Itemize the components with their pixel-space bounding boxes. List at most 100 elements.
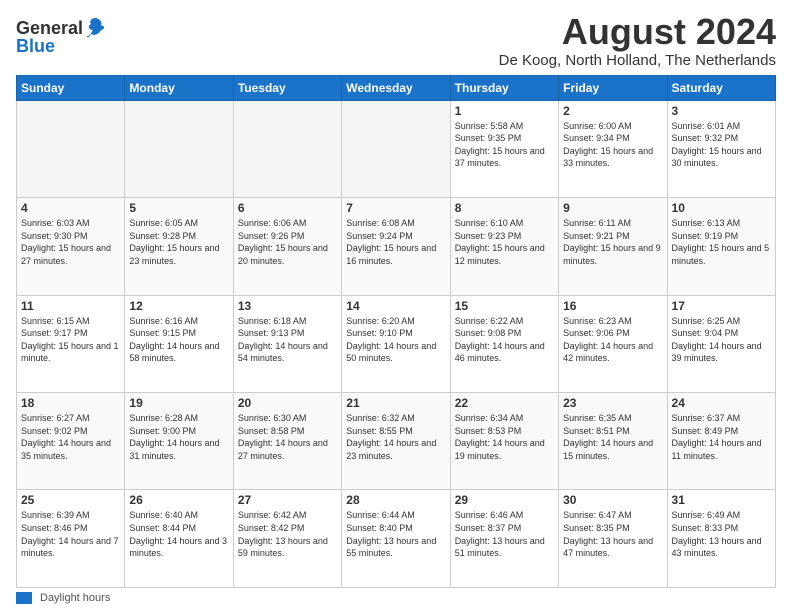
day-info: Sunrise: 6:32 AMSunset: 8:55 PMDaylight:… [346, 412, 445, 462]
day-number: 15 [455, 299, 554, 313]
day-info: Sunrise: 6:11 AMSunset: 9:21 PMDaylight:… [563, 217, 662, 267]
calendar-header-row: SundayMondayTuesdayWednesdayThursdayFrid… [17, 75, 776, 100]
calendar-cell: 3Sunrise: 6:01 AMSunset: 9:32 PMDaylight… [667, 100, 775, 197]
location: De Koog, North Holland, The Netherlands [499, 52, 776, 69]
weekday-header-saturday: Saturday [667, 75, 775, 100]
day-number: 8 [455, 201, 554, 215]
weekday-header-sunday: Sunday [17, 75, 125, 100]
calendar-cell: 24 Sunrise: 6:37 AMSunset: 8:49 PMDayligh… [667, 393, 775, 490]
calendar-cell: 1Sunrise: 5:58 AMSunset: 9:35 PMDaylight… [450, 100, 558, 197]
day-number: 30 [563, 493, 662, 507]
day-info: Sunrise: 6:39 AMSunset: 8:46 PMDaylight:… [21, 509, 120, 559]
weekday-header-tuesday: Tuesday [233, 75, 341, 100]
calendar-cell: 17 Sunrise: 6:25 AMSunset: 9:04 PMDayligh… [667, 295, 775, 392]
day-number: 11 [21, 299, 120, 313]
weekday-header-friday: Friday [559, 75, 667, 100]
calendar-cell: 6 Sunrise: 6:06 AMSunset: 9:26 PMDaylight… [233, 198, 341, 295]
calendar-cell: 18 Sunrise: 6:27 AMSunset: 9:02 PMDayligh… [17, 393, 125, 490]
day-info: Sunrise: 6:25 AMSunset: 9:04 PMDaylight:… [672, 315, 771, 365]
calendar-cell [17, 100, 125, 197]
day-info: Sunrise: 6:18 AMSunset: 9:13 PMDaylight:… [238, 315, 337, 365]
calendar-cell: 15 Sunrise: 6:22 AMSunset: 9:08 PMDayligh… [450, 295, 558, 392]
day-number: 4 [21, 201, 120, 215]
day-info: Sunrise: 6:49 AMSunset: 8:33 PMDaylight:… [672, 509, 771, 559]
day-info: Sunrise: 6:16 AMSunset: 9:15 PMDaylight:… [129, 315, 228, 365]
day-info: Sunrise: 6:23 AMSunset: 9:06 PMDaylight:… [563, 315, 662, 365]
month-title: August 2024 [499, 12, 776, 52]
day-number: 14 [346, 299, 445, 313]
day-number: 19 [129, 396, 228, 410]
day-number: 5 [129, 201, 228, 215]
day-number: 23 [563, 396, 662, 410]
day-info: Sunrise: 6:37 AMSunset: 8:49 PMDaylight:… [672, 412, 771, 462]
bird-icon [85, 16, 105, 40]
day-info: Sunrise: 6:42 AMSunset: 8:42 PMDaylight:… [238, 509, 337, 559]
calendar-cell [233, 100, 341, 197]
calendar-cell: 4 Sunrise: 6:03 AMSunset: 9:30 PMDaylight… [17, 198, 125, 295]
calendar-week-2: 4 Sunrise: 6:03 AMSunset: 9:30 PMDaylight… [17, 198, 776, 295]
day-number: 2 [563, 104, 662, 118]
day-number: 20 [238, 396, 337, 410]
day-info: Sunrise: 6:35 AMSunset: 8:51 PMDaylight:… [563, 412, 662, 462]
calendar-cell: 26 Sunrise: 6:40 AMSunset: 8:44 PMDayligh… [125, 490, 233, 588]
day-number: 25 [21, 493, 120, 507]
calendar-cell: 11Sunrise: 6:15 AMSunset: 9:17 PMDayligh… [17, 295, 125, 392]
day-number: 6 [238, 201, 337, 215]
day-info: Sunrise: 6:28 AMSunset: 9:00 PMDaylight:… [129, 412, 228, 462]
day-info: Sunrise: 6:10 AMSunset: 9:23 PMDaylight:… [455, 217, 554, 267]
calendar-cell: 21 Sunrise: 6:32 AMSunset: 8:55 PMDayligh… [342, 393, 450, 490]
page: General Blue August 2024 De Koog, North … [0, 0, 792, 612]
calendar-cell: 31 Sunrise: 6:49 AMSunset: 8:33 PMDayligh… [667, 490, 775, 588]
day-number: 1 [455, 104, 554, 118]
day-number: 24 [672, 396, 771, 410]
calendar-cell: 19 Sunrise: 6:28 AMSunset: 9:00 PMDayligh… [125, 393, 233, 490]
title-block: August 2024 De Koog, North Holland, The … [499, 12, 776, 69]
day-number: 13 [238, 299, 337, 313]
day-info: Sunrise: 6:00 AMSunset: 9:34 PMDaylight:… [563, 120, 662, 170]
day-number: 31 [672, 493, 771, 507]
legend-label: Daylight hours [40, 592, 110, 604]
day-info: Sunrise: 6:47 AMSunset: 8:35 PMDaylight:… [563, 509, 662, 559]
day-info: Sunrise: 6:34 AMSunset: 8:53 PMDaylight:… [455, 412, 554, 462]
calendar-week-5: 25 Sunrise: 6:39 AMSunset: 8:46 PMDayligh… [17, 490, 776, 588]
day-info: Sunrise: 6:44 AMSunset: 8:40 PMDaylight:… [346, 509, 445, 559]
calendar-cell: 20Sunrise: 6:30 AMSunset: 8:58 PMDayligh… [233, 393, 341, 490]
calendar-cell: 14 Sunrise: 6:20 AMSunset: 9:10 PMDayligh… [342, 295, 450, 392]
day-number: 18 [21, 396, 120, 410]
calendar-cell: 12 Sunrise: 6:16 AMSunset: 9:15 PMDayligh… [125, 295, 233, 392]
logo-text: General Blue [16, 16, 105, 57]
day-info: Sunrise: 6:05 AMSunset: 9:28 PMDaylight:… [129, 217, 228, 267]
day-number: 17 [672, 299, 771, 313]
day-info: Sunrise: 6:06 AMSunset: 9:26 PMDaylight:… [238, 217, 337, 267]
day-number: 26 [129, 493, 228, 507]
calendar-cell: 16Sunrise: 6:23 AMSunset: 9:06 PMDayligh… [559, 295, 667, 392]
calendar-cell [342, 100, 450, 197]
calendar-week-4: 18 Sunrise: 6:27 AMSunset: 9:02 PMDayligh… [17, 393, 776, 490]
day-info: Sunrise: 6:22 AMSunset: 9:08 PMDaylight:… [455, 315, 554, 365]
day-number: 12 [129, 299, 228, 313]
calendar-cell: 23 Sunrise: 6:35 AMSunset: 8:51 PMDayligh… [559, 393, 667, 490]
day-info: Sunrise: 6:03 AMSunset: 9:30 PMDaylight:… [21, 217, 120, 267]
calendar-table: SundayMondayTuesdayWednesdayThursdayFrid… [16, 75, 776, 588]
calendar-cell: 13 Sunrise: 6:18 AMSunset: 9:13 PMDayligh… [233, 295, 341, 392]
calendar-cell: 2 Sunrise: 6:00 AMSunset: 9:34 PMDaylight… [559, 100, 667, 197]
day-info: Sunrise: 6:01 AMSunset: 9:32 PMDaylight:… [672, 120, 771, 170]
day-number: 29 [455, 493, 554, 507]
day-number: 22 [455, 396, 554, 410]
calendar-cell: 5 Sunrise: 6:05 AMSunset: 9:28 PMDaylight… [125, 198, 233, 295]
calendar-cell: 30 Sunrise: 6:47 AMSunset: 8:35 PMDayligh… [559, 490, 667, 588]
day-number: 7 [346, 201, 445, 215]
day-number: 21 [346, 396, 445, 410]
day-info: Sunrise: 6:40 AMSunset: 8:44 PMDaylight:… [129, 509, 228, 559]
calendar-cell: 25 Sunrise: 6:39 AMSunset: 8:46 PMDayligh… [17, 490, 125, 588]
legend-color-box [16, 592, 32, 604]
logo: General Blue [16, 16, 105, 57]
header: General Blue August 2024 De Koog, North … [16, 12, 776, 69]
calendar-cell: 29Sunrise: 6:46 AMSunset: 8:37 PMDayligh… [450, 490, 558, 588]
calendar-cell [125, 100, 233, 197]
day-info: Sunrise: 6:13 AMSunset: 9:19 PMDaylight:… [672, 217, 771, 267]
day-number: 28 [346, 493, 445, 507]
footer: Daylight hours [16, 592, 776, 604]
day-info: Sunrise: 6:27 AMSunset: 9:02 PMDaylight:… [21, 412, 120, 462]
day-info: Sunrise: 6:20 AMSunset: 9:10 PMDaylight:… [346, 315, 445, 365]
